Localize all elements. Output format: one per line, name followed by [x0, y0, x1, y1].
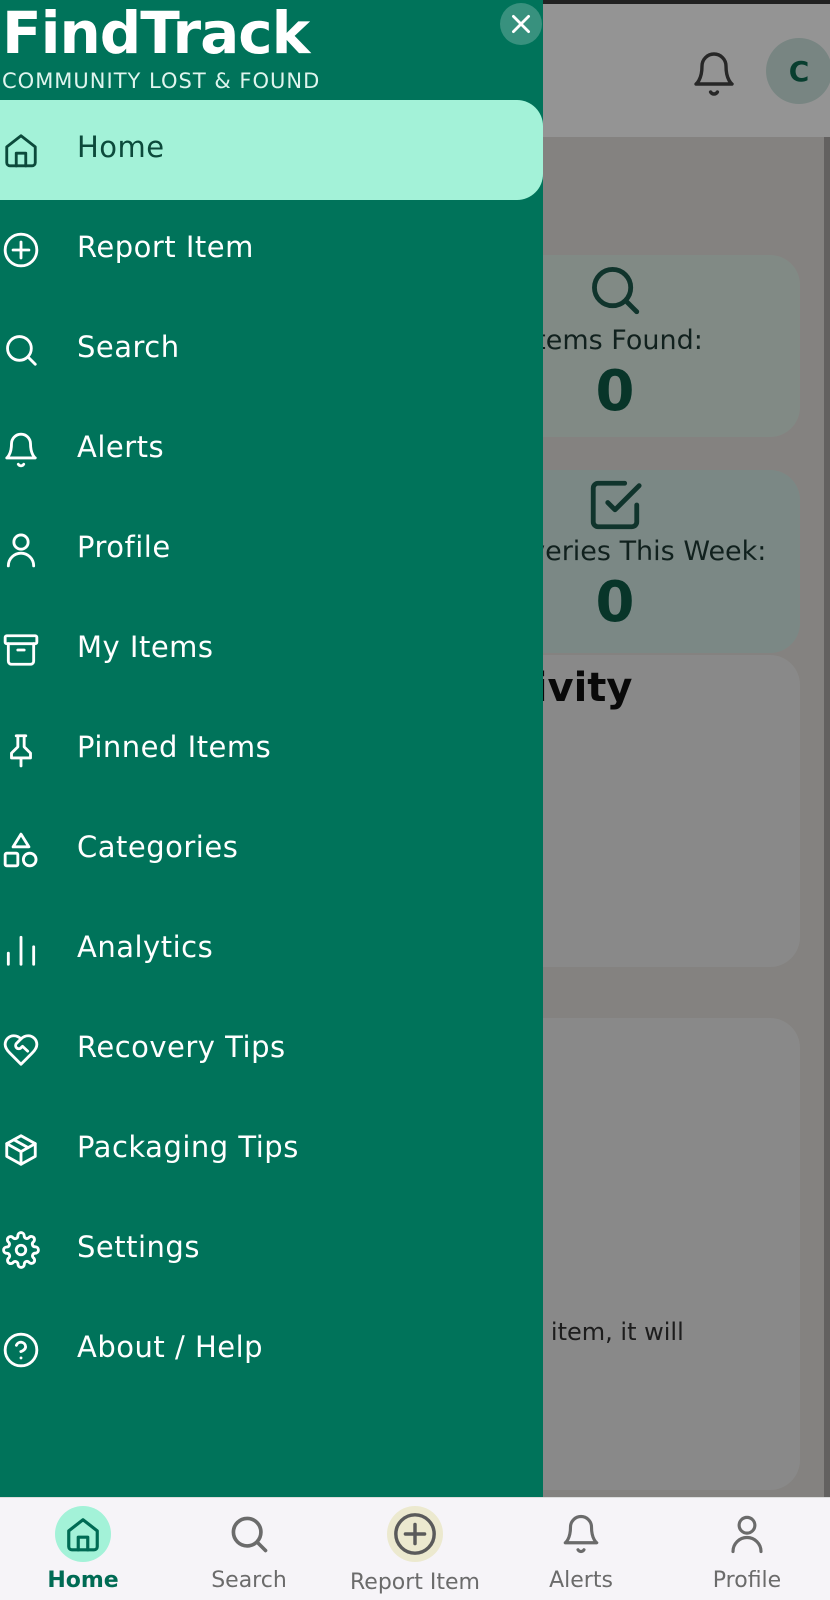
drawer-item-label: Search [77, 330, 180, 364]
gear-icon [2, 1231, 40, 1269]
drawer-item-label: Home [77, 130, 165, 164]
drawer-item-label: Profile [77, 530, 171, 564]
drawer-item-label: Recovery Tips [77, 1030, 286, 1064]
bottom-nav-search[interactable]: Search [166, 1498, 332, 1600]
navigation-drawer: FindTrack COMMUNITY LOST & FOUND Home Re… [0, 0, 543, 1497]
bottom-nav-home[interactable]: Home [0, 1498, 166, 1600]
search-icon [6, 335, 37, 366]
home-icon [67, 1518, 99, 1552]
bottom-nav-report-item[interactable]: Report Item [332, 1498, 498, 1600]
user-icon [6, 533, 36, 568]
scrollbar[interactable] [824, 137, 830, 1497]
drawer-item-home[interactable]: Home [0, 100, 543, 200]
bell-icon [5, 432, 37, 468]
bottom-nav-label: Alerts [549, 1568, 613, 1593]
bottom-nav-icon-container [553, 1506, 609, 1562]
bar-chart-icon [6, 935, 36, 966]
drawer-item-label: Categories [77, 830, 239, 864]
bottom-nav-label: Report Item [349, 1570, 480, 1595]
drawer-item-profile[interactable]: Profile [0, 500, 543, 600]
user-icon [731, 1515, 763, 1554]
brand-title: FindTrack [2, 0, 310, 67]
drawer-item-search[interactable]: Search [0, 300, 543, 400]
heart-handshake-icon [3, 1034, 39, 1066]
bottom-nav-icon-container [719, 1506, 775, 1562]
drawer-item-analytics[interactable]: Analytics [0, 900, 543, 1000]
shapes-icon [3, 832, 38, 868]
bottom-nav-profile[interactable]: Profile [664, 1498, 830, 1600]
drawer-item-report-item[interactable]: Report Item [0, 200, 543, 300]
bottom-nav-label: Home [47, 1568, 119, 1593]
bottom-nav-alerts[interactable]: Alerts [498, 1498, 664, 1600]
drawer-item-settings[interactable]: Settings [0, 1200, 543, 1300]
archive-icon [3, 634, 39, 666]
bottom-nav-label: Profile [712, 1568, 782, 1593]
drawer-item-label: Packaging Tips [77, 1130, 299, 1164]
drawer-item-label: Report Item [77, 230, 254, 264]
drawer-item-label: Settings [77, 1230, 200, 1264]
drawer-item-about-help[interactable]: About / Help [0, 1300, 543, 1400]
package-icon [5, 1134, 37, 1166]
close-icon [512, 15, 530, 33]
bottom-nav-icon-container [55, 1506, 111, 1562]
drawer-item-label: Alerts [77, 430, 165, 464]
drawer-item-label: Pinned Items [77, 730, 272, 764]
bell-icon [563, 1515, 599, 1554]
close-drawer-button[interactable] [500, 3, 542, 45]
drawer-item-label: My Items [77, 630, 214, 664]
bottom-navigation-bar: Home Search Report Item Alerts Profile [0, 1497, 830, 1600]
brand-subtitle: COMMUNITY LOST & FOUND [2, 69, 321, 93]
pin-icon [10, 734, 32, 768]
home-icon [5, 134, 37, 168]
drawer-item-my-items[interactable]: My Items [0, 600, 543, 700]
plus-circle-icon [394, 1513, 436, 1555]
bottom-nav-icon-container [387, 1506, 443, 1562]
bottom-nav-label: Search [211, 1568, 287, 1593]
drawer-item-label: About / Help [77, 1330, 264, 1364]
drawer-item-recovery-tips[interactable]: Recovery Tips [0, 1000, 543, 1100]
drawer-item-packaging-tips[interactable]: Packaging Tips [0, 1100, 543, 1200]
drawer-item-pinned-items[interactable]: Pinned Items [0, 700, 543, 800]
search-icon [231, 1516, 268, 1553]
bottom-nav-icon-container [221, 1506, 277, 1562]
help-circle-icon [3, 1332, 39, 1368]
drawer-item-categories[interactable]: Categories [0, 800, 543, 900]
plus-circle-icon [3, 232, 39, 268]
drawer-item-alerts[interactable]: Alerts [0, 400, 543, 500]
drawer-item-label: Analytics [77, 930, 214, 964]
